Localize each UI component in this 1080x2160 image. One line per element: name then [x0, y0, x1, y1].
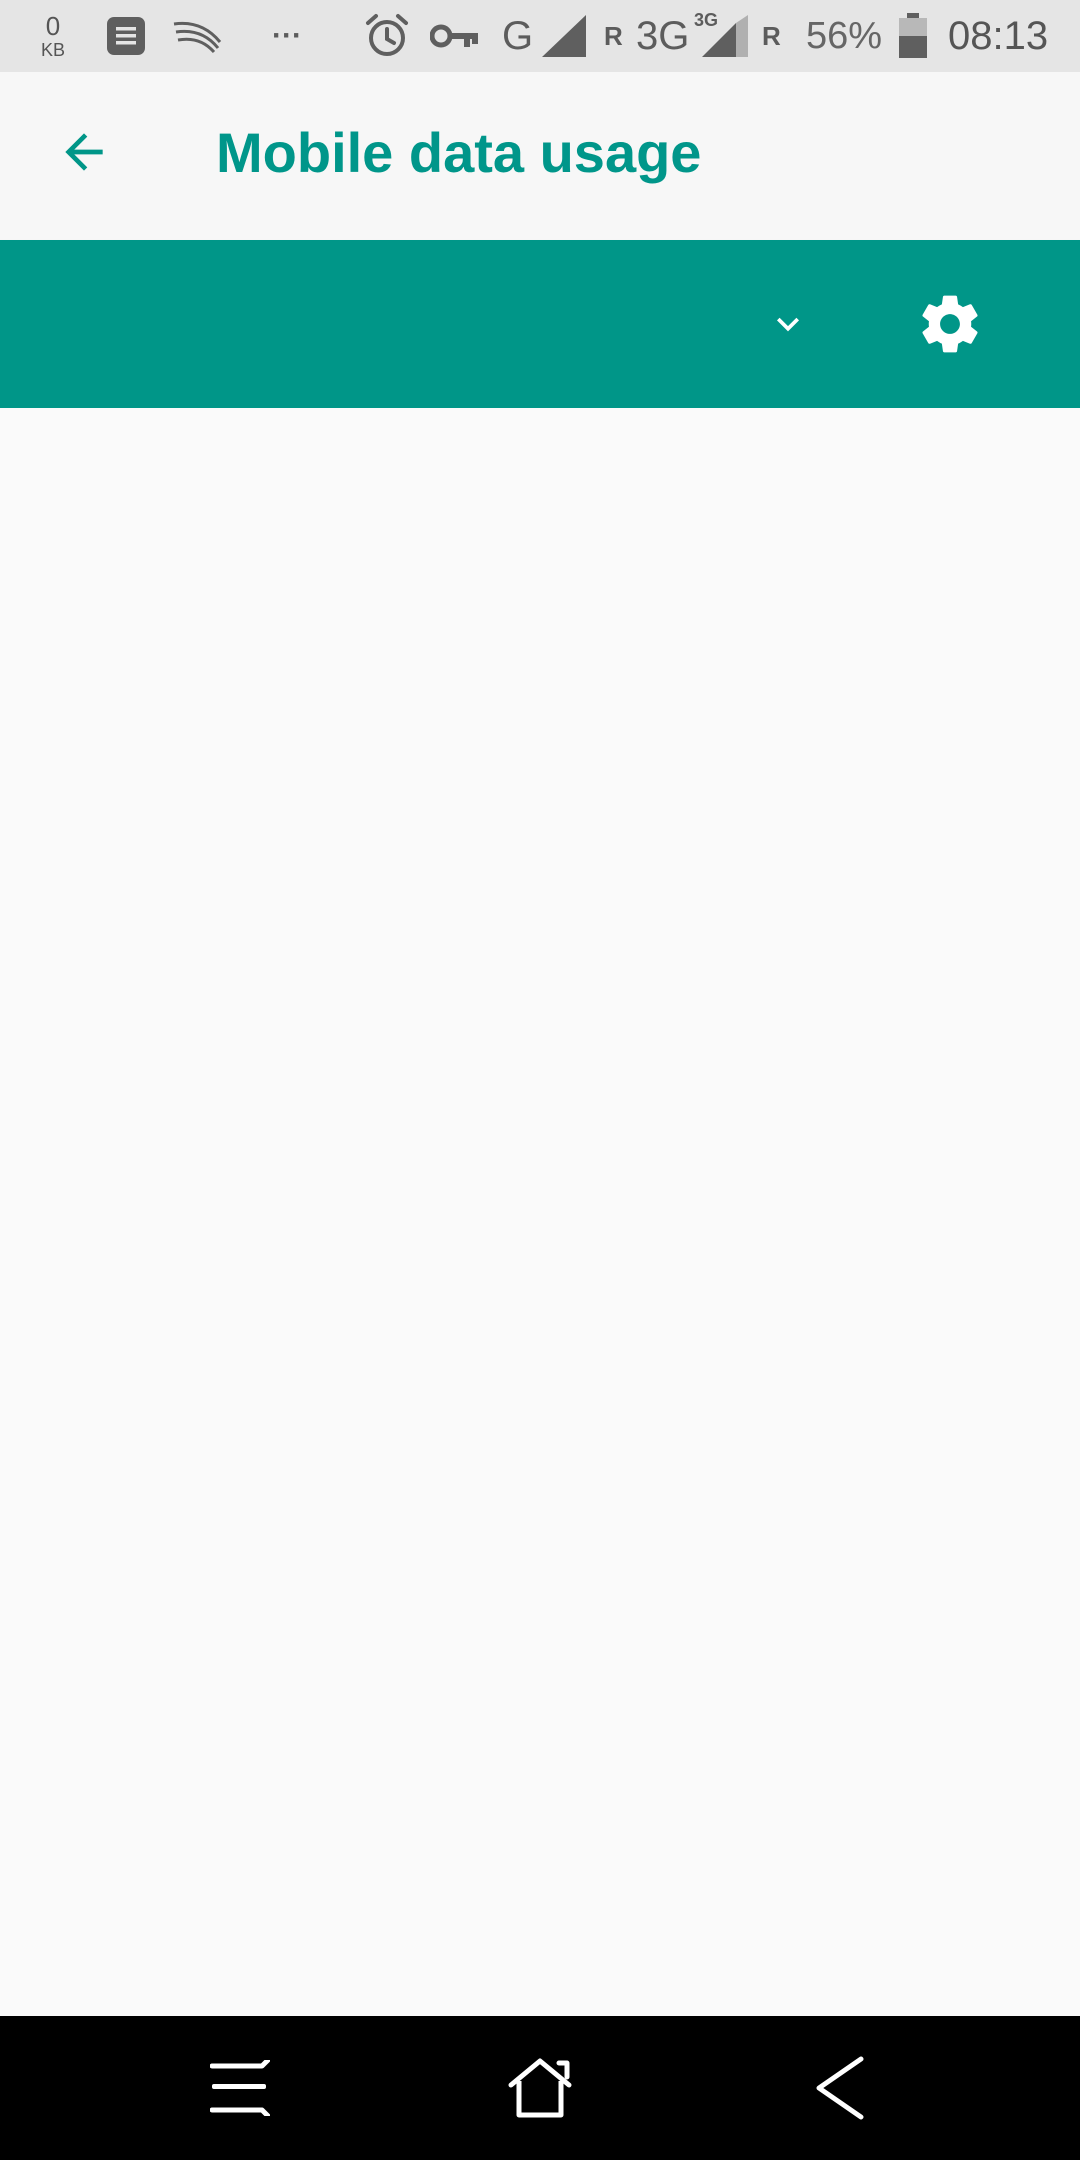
cycle-dropdown-button[interactable]	[748, 284, 828, 364]
usage-cycle-bar	[0, 240, 1080, 408]
status-bar: 0 KB ··· G R 3G 3G R 56% 08:13	[0, 0, 1080, 72]
home-button[interactable]	[490, 2038, 590, 2138]
system-back-button[interactable]	[790, 2038, 890, 2138]
recents-icon	[210, 2060, 270, 2116]
alarm-icon	[364, 0, 410, 72]
arrow-back-icon	[65, 133, 103, 171]
back-button[interactable]	[44, 112, 124, 192]
system-navigation-bar	[0, 2016, 1080, 2160]
data-counter-unit: KB	[40, 40, 65, 60]
home-icon	[508, 2058, 572, 2118]
network-type-2: 3G	[636, 13, 690, 58]
swiftkey-icon	[172, 0, 224, 72]
data-counter-value: 0	[45, 11, 61, 41]
signal-icon	[540, 0, 586, 72]
notes-icon	[106, 0, 146, 72]
page-title: Mobile data usage	[216, 121, 702, 184]
battery-icon	[898, 0, 928, 72]
roaming-indicator-1: R	[604, 20, 623, 51]
data-usage-counter: 0 KB	[38, 0, 68, 72]
signal-icon-2	[702, 0, 748, 72]
clock: 08:13	[948, 13, 1049, 58]
more-notifications-dots: ···	[272, 19, 302, 52]
battery-percent: 56%	[806, 14, 883, 57]
roaming-indicator-2: R	[762, 20, 781, 51]
recents-button[interactable]	[190, 2038, 290, 2138]
app-bar: Mobile data usage	[0, 72, 1080, 240]
gear-icon	[922, 295, 978, 353]
vpn-key-icon	[430, 0, 480, 72]
network-type-1: G	[502, 13, 534, 58]
data-usage-settings-button[interactable]	[900, 274, 1000, 374]
chevron-down-icon	[777, 317, 799, 332]
data-usage-content	[0, 408, 1080, 2016]
back-icon	[816, 2056, 864, 2120]
